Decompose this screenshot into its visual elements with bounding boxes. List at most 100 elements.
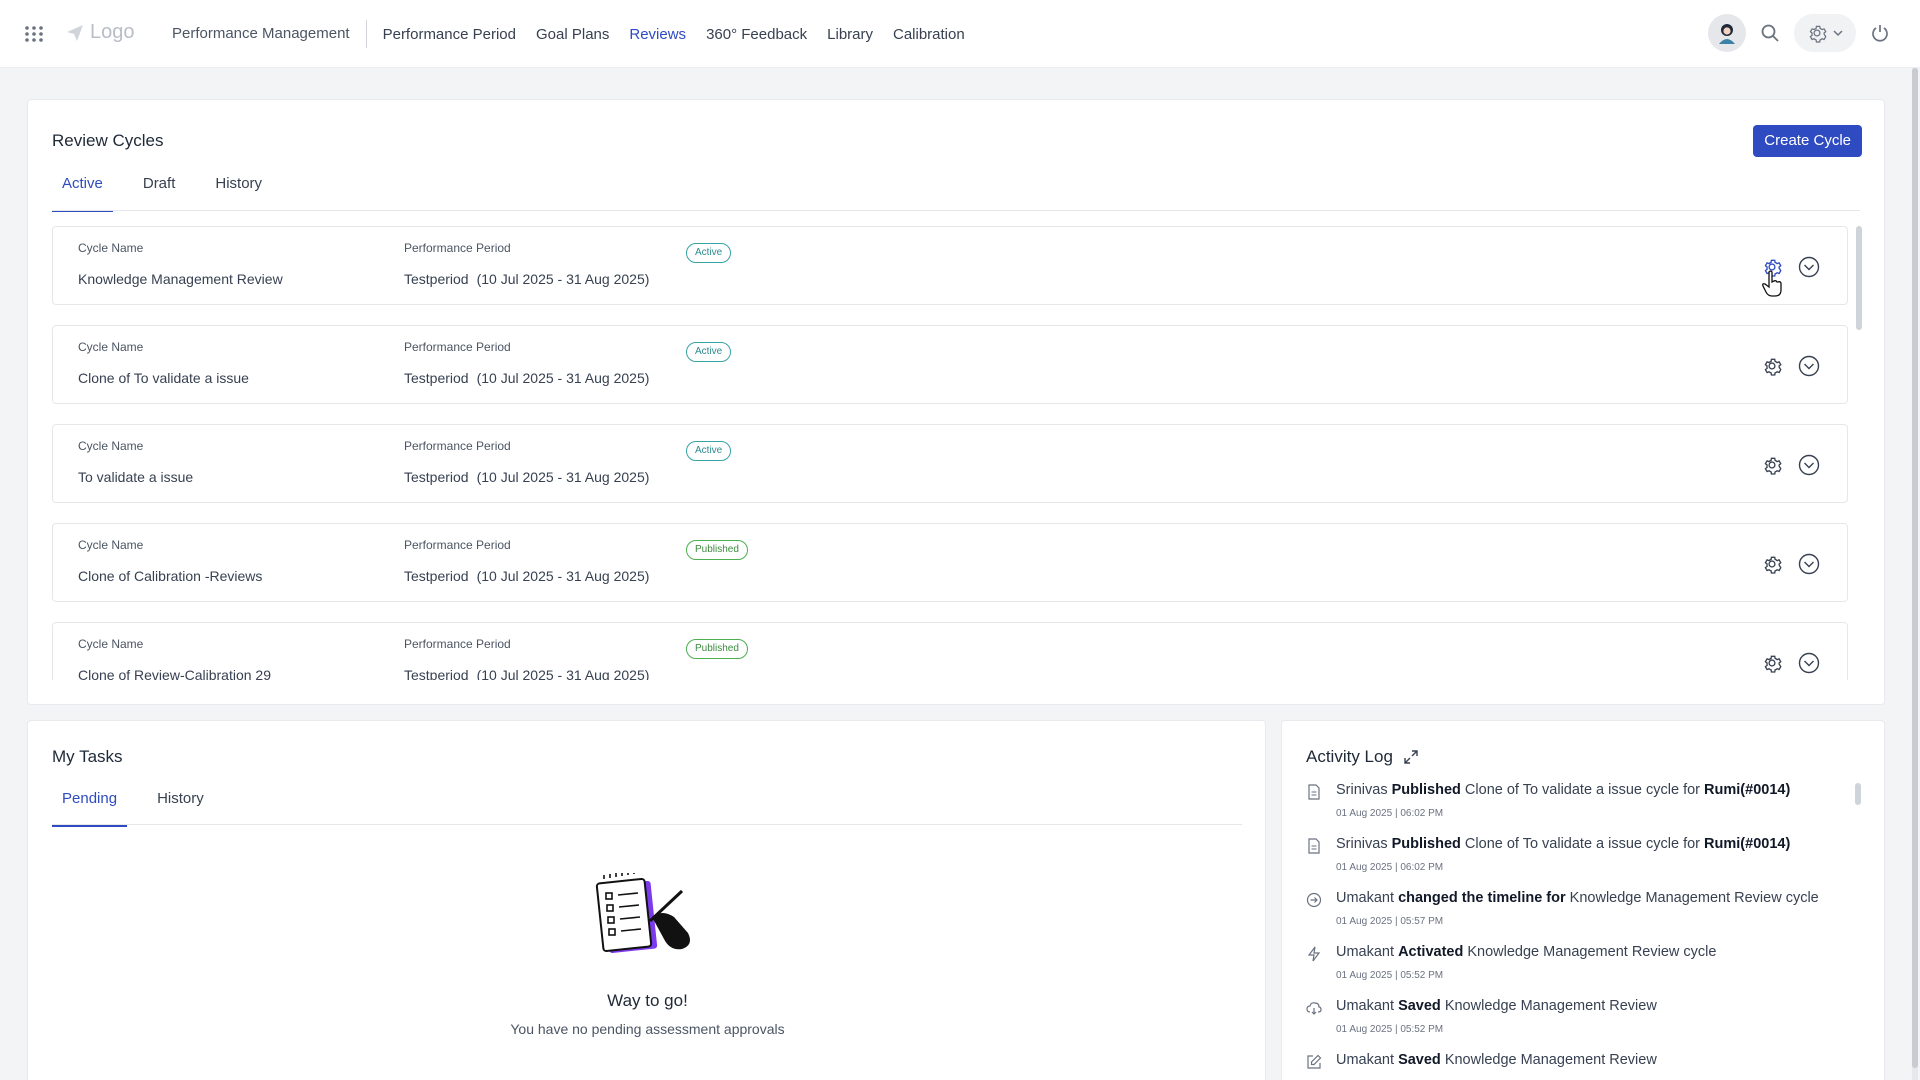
gear-icon[interactable] — [1762, 356, 1782, 376]
tab-active[interactable]: Active — [52, 172, 113, 212]
logo-text: Logo — [90, 21, 135, 43]
checklist-illustration-icon — [595, 873, 690, 954]
gear-icon[interactable] — [1762, 455, 1782, 475]
my-tasks-tabs: Pending History — [52, 787, 234, 827]
cycle-row[interactable]: Cycle Name Knowledge Management Review P… — [52, 226, 1848, 305]
performance-period-value: Testperiod (10 Jul 2025 - 31 Aug 2025) — [404, 469, 650, 485]
document-icon — [1308, 784, 1320, 800]
gear-icon[interactable] — [1762, 653, 1782, 673]
activity-log-title: Activity Log — [1306, 747, 1393, 766]
power-icon[interactable] — [1870, 23, 1890, 43]
chevron-down-circle-icon[interactable] — [1798, 355, 1820, 377]
search-icon[interactable] — [1760, 23, 1780, 43]
cycle-name: Clone of Review-Calibration 29 — [78, 667, 271, 680]
nav-reviews[interactable]: Reviews — [629, 26, 686, 43]
log-timestamp: 01 Aug 2025 | 06:02 PM — [1336, 808, 1444, 819]
status-badge: Active — [686, 342, 732, 362]
log-text: Umakant changed the timeline for Knowled… — [1336, 890, 1819, 906]
log-text: Srinivas Published Clone of To validate … — [1336, 782, 1791, 798]
log-timestamp: 01 Aug 2025 | 05:57 PM — [1336, 916, 1444, 927]
activity-log-card: Activity Log Srinivas Published Clone of… — [1281, 720, 1885, 1080]
cycle-name: Knowledge Management Review — [78, 271, 283, 287]
cycle-list: Cycle Name Knowledge Management Review P… — [52, 226, 1864, 680]
cloud-save-icon — [1306, 1002, 1322, 1015]
review-cycle-tabs: Active Draft History — [52, 172, 292, 212]
cycle-row[interactable]: Cycle Name Clone of To validate a issue … — [52, 325, 1848, 404]
user-avatar-icon — [1719, 24, 1735, 44]
cycle-name-label: Cycle Name — [78, 538, 144, 552]
nav-goal-plans[interactable]: Goal Plans — [536, 26, 609, 43]
settings-menu-button[interactable] — [1794, 14, 1856, 52]
main-nav: Performance Management Performance Perio… — [172, 0, 985, 68]
log-text: Srinivas Published Clone of To validate … — [1336, 836, 1791, 852]
chevron-down-circle-icon[interactable] — [1798, 256, 1820, 278]
performance-period-value: Testperiod (10 Jul 2025 - 31 Aug 2025) — [404, 667, 650, 680]
cycle-name: Clone of To validate a issue — [78, 370, 249, 386]
tabs-divider — [52, 210, 1860, 211]
module-name[interactable]: Performance Management — [172, 20, 367, 48]
page-scrollbar[interactable] — [1912, 68, 1918, 1068]
nav-library[interactable]: Library — [827, 26, 873, 43]
performance-period-label: Performance Period — [404, 241, 511, 255]
nav-performance-period[interactable]: Performance Period — [383, 26, 516, 43]
chevron-down-icon — [1833, 30, 1843, 37]
log-text: Umakant Saved Knowledge Management Revie… — [1336, 1052, 1657, 1068]
log-timestamp: 01 Aug 2025 | 06:02 PM — [1336, 862, 1444, 873]
top-right-actions — [1708, 14, 1890, 52]
paper-plane-icon — [67, 24, 83, 41]
hand-cursor-icon — [1762, 270, 1782, 297]
tab-history[interactable]: History — [147, 787, 214, 827]
log-timestamp: 01 Aug 2025 | 05:52 PM — [1336, 970, 1444, 981]
empty-state-title: Way to go! — [607, 991, 688, 1010]
apps-grid-icon[interactable] — [24, 25, 44, 43]
cycle-name-label: Cycle Name — [78, 439, 144, 453]
arrow-circle-icon — [1306, 892, 1322, 908]
cycle-list-scrollbar[interactable] — [1856, 226, 1862, 330]
tab-pending[interactable]: Pending — [52, 787, 128, 827]
performance-period-label: Performance Period — [404, 538, 511, 552]
tab-draft[interactable]: Draft — [133, 172, 186, 212]
activity-log-scrollbar[interactable] — [1855, 783, 1861, 805]
edit-icon — [1307, 1054, 1322, 1069]
tab-history[interactable]: History — [205, 172, 272, 212]
logo[interactable]: Logo — [66, 21, 135, 44]
status-badge: Active — [686, 243, 732, 263]
expand-icon[interactable] — [1403, 749, 1419, 765]
performance-period-value: Testperiod (10 Jul 2025 - 31 Aug 2025) — [404, 271, 650, 287]
status-badge: Published — [686, 639, 748, 659]
cycle-name: Clone of Calibration -Reviews — [78, 568, 263, 584]
chevron-down-circle-icon[interactable] — [1798, 553, 1820, 575]
nav-360-feedback[interactable]: 360° Feedback — [706, 26, 807, 43]
review-cycles-card: Review Cycles Create Cycle Active Draft … — [27, 99, 1885, 705]
cycle-name-label: Cycle Name — [78, 637, 144, 651]
performance-period-label: Performance Period — [404, 340, 511, 354]
gear-icon[interactable] — [1762, 554, 1782, 574]
review-cycles-title: Review Cycles — [52, 131, 164, 150]
document-icon — [1308, 838, 1320, 854]
lightning-icon — [1307, 946, 1321, 962]
cycle-row[interactable]: Cycle Name Clone of Calibration -Reviews… — [52, 523, 1848, 602]
log-text: Umakant Activated Knowledge Management R… — [1336, 944, 1717, 960]
chevron-down-circle-icon[interactable] — [1798, 454, 1820, 476]
log-text: Umakant Saved Knowledge Management Revie… — [1336, 998, 1657, 1014]
gear-icon — [1809, 25, 1827, 43]
my-tasks-card: My Tasks Pending History Way to go! You … — [27, 720, 1266, 1080]
avatar[interactable] — [1708, 14, 1746, 52]
status-badge: Active — [686, 441, 732, 461]
create-cycle-button[interactable]: Create Cycle — [1753, 125, 1862, 157]
cycle-name-label: Cycle Name — [78, 241, 144, 255]
performance-period-label: Performance Period — [404, 637, 511, 651]
status-badge: Published — [686, 540, 748, 560]
tabs-divider — [52, 824, 1242, 825]
activity-log-header: Activity Log — [1306, 747, 1419, 767]
cycle-row[interactable]: Cycle Name Clone of Review-Calibration 2… — [52, 622, 1848, 680]
cycle-row[interactable]: Cycle Name To validate a issue Performan… — [52, 424, 1848, 503]
cycle-name-label: Cycle Name — [78, 340, 144, 354]
nav-calibration[interactable]: Calibration — [893, 26, 965, 43]
empty-state-subtitle: You have no pending assessment approvals — [510, 1021, 785, 1037]
my-tasks-title: My Tasks — [52, 747, 123, 766]
top-navigation-bar: Logo Performance Management Performance … — [0, 0, 1920, 68]
performance-period-value: Testperiod (10 Jul 2025 - 31 Aug 2025) — [404, 568, 650, 584]
chevron-down-circle-icon[interactable] — [1798, 652, 1820, 674]
cycle-name: To validate a issue — [78, 469, 194, 485]
